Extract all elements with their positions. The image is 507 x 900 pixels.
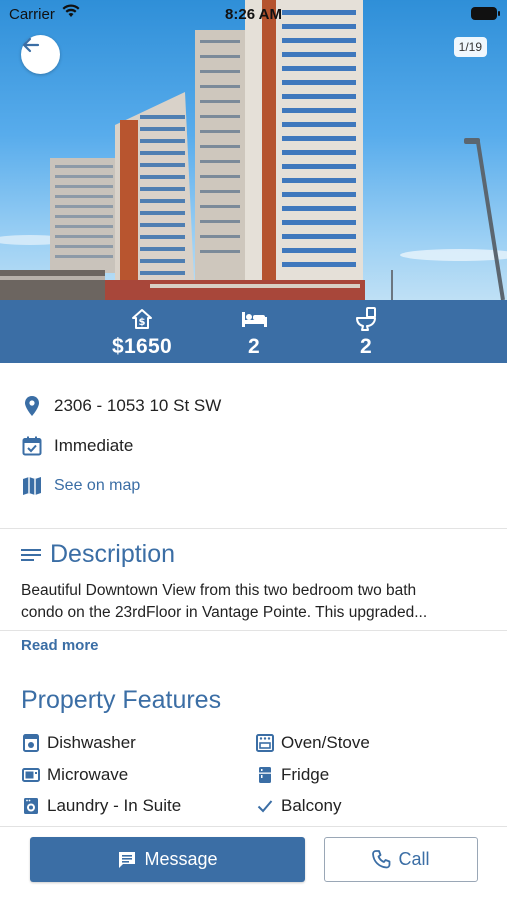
feature-label: Fridge [281, 765, 330, 784]
stats-bar: $ $1650 2 2 [0, 300, 507, 363]
microwave-icon [21, 768, 41, 782]
price-value: $1650 [112, 335, 172, 358]
address-text: 2306 - 1053 10 St SW [54, 396, 222, 415]
check-icon [255, 799, 275, 813]
listing-photo[interactable]: Carrier 8:26 AM 1/19 [0, 0, 507, 300]
description-title: Description [50, 540, 176, 568]
bathrooms-stat: 2 [306, 306, 426, 359]
call-button[interactable]: Call [324, 837, 478, 882]
features-title: Property Features [21, 686, 222, 714]
feature-item: Oven/Stove [255, 731, 370, 755]
message-button[interactable]: Message [30, 837, 305, 882]
availability-row: Immediate [21, 434, 133, 458]
feature-item: Microwave [21, 763, 128, 787]
description-heading: Description [21, 540, 175, 569]
battery-icon [471, 7, 500, 20]
toilet-icon [306, 306, 426, 332]
status-bar: Carrier 8:26 AM [0, 0, 507, 28]
dishwasher-icon [21, 734, 41, 752]
section-divider [0, 630, 507, 631]
address-row: 2306 - 1053 10 St SW [21, 394, 221, 418]
fridge-icon [255, 766, 275, 784]
calendar-check-icon [21, 436, 43, 456]
phone-icon [372, 850, 391, 869]
see-on-map-label: See on map [54, 477, 141, 494]
see-on-map-link[interactable]: See on map [21, 474, 140, 498]
building-photo-image [0, 0, 507, 300]
action-bar: Message Call [0, 826, 507, 900]
home-dollar-icon: $ [82, 306, 202, 332]
feature-item: Dishwasher [21, 731, 136, 755]
feature-item: Balcony [255, 794, 341, 818]
price-stat: $ $1650 [82, 306, 202, 359]
bathrooms-value: 2 [360, 335, 372, 358]
stove-icon [255, 734, 275, 752]
bedrooms-value: 2 [248, 335, 260, 358]
svg-text:$: $ [139, 317, 146, 328]
feature-label: Dishwasher [47, 733, 136, 752]
location-pin-icon [21, 395, 43, 417]
description-line-2: condo on the 23rdFloor in Vantage Pointe… [21, 604, 428, 621]
call-label: Call [398, 849, 430, 869]
lines-icon [21, 548, 41, 562]
map-icon [21, 476, 43, 496]
bedrooms-stat: 2 [194, 306, 314, 359]
photo-counter: 1/19 [453, 37, 487, 57]
bed-icon [194, 306, 314, 332]
read-more-link[interactable]: Read more [21, 637, 99, 654]
feature-label: Balcony [281, 796, 342, 815]
feature-item: Laundry - In Suite [21, 794, 181, 818]
description-line-1: Beautiful Downtown View from this two be… [21, 582, 417, 599]
feature-item: Fridge [255, 763, 329, 787]
availability-text: Immediate [54, 436, 134, 455]
clock: 8:26 AM [225, 6, 282, 23]
feature-label: Laundry - In Suite [47, 796, 182, 815]
feature-label: Oven/Stove [281, 733, 370, 752]
section-divider [0, 528, 507, 529]
feature-label: Microwave [47, 765, 129, 784]
message-label: Message [144, 849, 218, 869]
back-button[interactable] [21, 35, 60, 74]
description-text: Beautiful Downtown View from this two be… [21, 580, 491, 624]
washer-icon [21, 797, 41, 815]
chat-icon [117, 850, 137, 870]
